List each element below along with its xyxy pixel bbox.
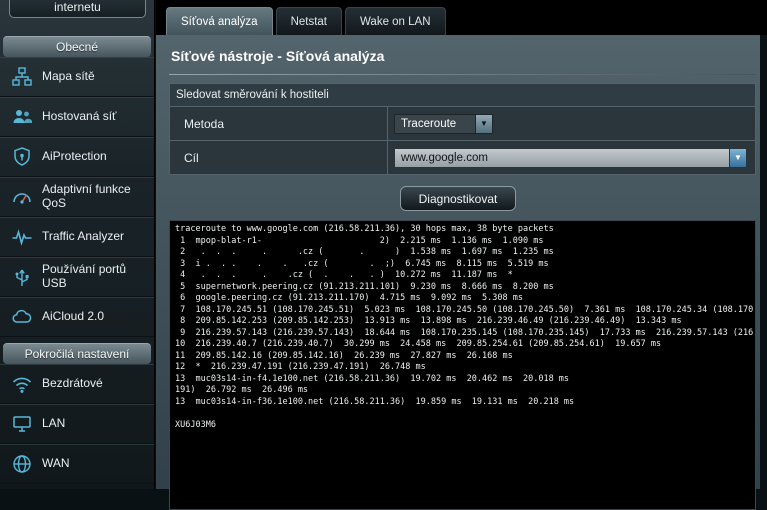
sidebar-item-lan[interactable]: LAN [0,404,154,444]
sidebar-item-network-map[interactable]: Mapa sítě [0,57,154,97]
target-label: Cíl [170,141,388,174]
sidebar-section-advanced: Pokročilá nastavení [3,343,151,364]
sidebar-item-label: LAN [42,417,65,431]
sidebar-item-aiprotection[interactable]: AiProtection [0,137,154,177]
diagnose-button[interactable]: Diagnostikovat [400,186,517,211]
form-section-header: Sledovat směrování k hostiteli [170,84,755,106]
sidebar-item-guest-network[interactable]: Hostovaná síť [0,97,154,137]
tab-network-analysis[interactable]: Síťová analýza [166,7,273,35]
tab-bar: Síťová analýza Netstat Wake on LAN [156,0,767,35]
sidebar-item-label: AiProtection [42,150,107,164]
network-map-icon [10,65,34,89]
title-divider [169,74,756,75]
traffic-wave-icon [10,225,34,249]
chevron-down-icon[interactable]: ▼ [475,115,492,133]
wifi-icon [10,372,34,396]
quick-internet-setup-label: internetu [54,0,101,14]
chevron-down-icon[interactable]: ▼ [729,149,746,167]
method-select[interactable]: Traceroute ▼ [394,114,493,134]
sidebar-item-label: Adaptivní funkce QoS [42,183,138,211]
section-advanced-label: Pokročilá nastavení [25,347,130,361]
sidebar-item-label: Mapa sítě [42,70,95,84]
sidebar-section-general: Obecné [3,36,151,57]
sidebar-item-label: Traffic Analyzer [42,230,124,244]
method-select-value: Traceroute [395,115,475,133]
tab-label: Wake on LAN [360,16,431,28]
traceroute-output[interactable]: traceroute to www.google.com (216.58.211… [169,220,756,510]
method-row: Metoda Traceroute ▼ [170,106,755,140]
sidebar: internetu Obecné Mapa sítě Hostovaná síť… [0,0,155,489]
quick-internet-setup-button[interactable]: internetu [9,0,146,18]
sidebar-item-wireless[interactable]: Bezdrátové [0,364,154,404]
method-field: Traceroute ▼ [388,107,755,140]
sidebar-item-traffic-analyzer[interactable]: Traffic Analyzer [0,217,154,257]
target-field: www.google.com ▼ [388,141,755,174]
sidebar-item-aicloud[interactable]: AiCloud 2.0 [0,297,154,337]
target-row: Cíl www.google.com ▼ [170,140,755,174]
globe-icon [10,452,34,476]
sidebar-item-label: Používání portů USB [42,263,138,291]
sidebar-item-label: Bezdrátové [42,377,103,391]
page-title: Síťové nástroje - Síťová analýza [156,35,760,64]
tab-label: Síťová analýza [181,16,258,28]
main-area: Síťová analýza Netstat Wake on LAN Síťov… [156,0,767,489]
traceroute-form: Sledovat směrování k hostiteli Metoda Tr… [169,83,756,175]
content-panel: Síťové nástroje - Síťová analýza Sledova… [156,35,760,489]
target-input[interactable]: www.google.com ▼ [394,148,747,168]
tab-wake-on-lan[interactable]: Wake on LAN [345,7,446,35]
tab-label: Netstat [291,16,327,28]
shield-icon [10,145,34,169]
cloud-icon [10,305,34,329]
sidebar-item-label: Hostovaná síť [42,110,117,124]
guest-network-icon [10,105,34,129]
method-label: Metoda [170,107,388,140]
sidebar-item-label: WAN [42,457,70,471]
sidebar-item-adaptive-qos[interactable]: Adaptivní funkce QoS [0,177,154,217]
sidebar-item-usb-application[interactable]: Používání portů USB [0,257,154,297]
tab-netstat[interactable]: Netstat [276,7,342,35]
sidebar-item-label: AiCloud 2.0 [42,310,104,324]
section-general-label: Obecné [56,40,98,54]
target-input-value: www.google.com [395,149,729,167]
gauge-icon [10,185,34,209]
sidebar-item-wan[interactable]: WAN [0,444,154,484]
monitor-icon [10,412,34,436]
usb-icon [10,265,34,289]
